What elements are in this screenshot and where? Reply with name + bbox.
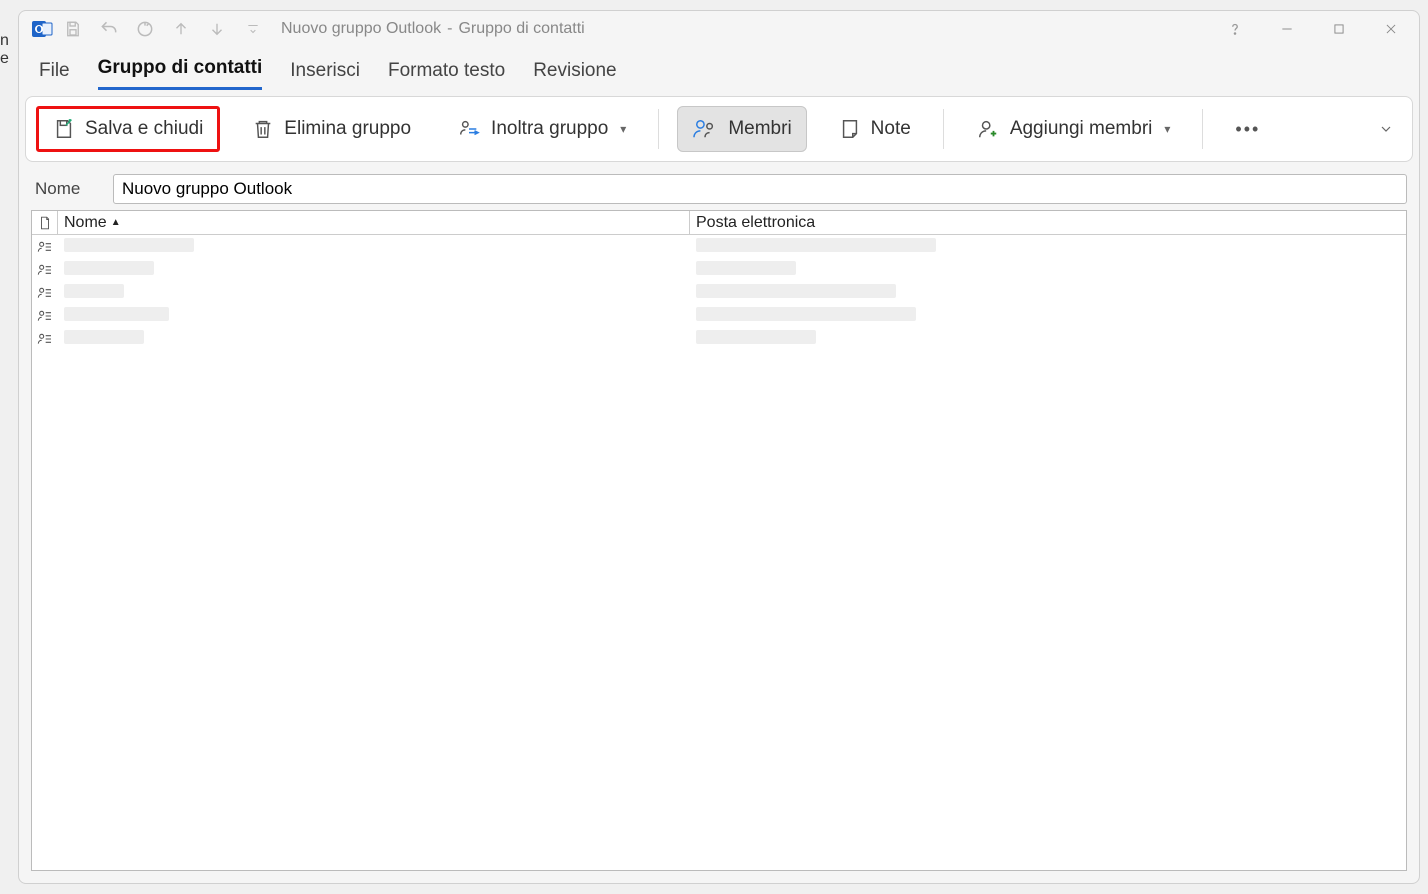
save-close-icon xyxy=(53,118,75,140)
forward-group-label: Inoltra gruppo xyxy=(491,118,608,140)
redacted-name xyxy=(64,284,124,298)
ribbon-separator xyxy=(943,109,944,149)
add-members-button[interactable]: Aggiungi membri ▾ xyxy=(962,106,1185,152)
redacted-email xyxy=(696,330,816,344)
chevron-down-icon: ▾ xyxy=(1164,122,1170,136)
arrow-up-icon[interactable] xyxy=(171,19,191,39)
notes-icon xyxy=(839,118,861,140)
ribbon: Salva e chiudi Elimina gruppo Inoltra gr… xyxy=(25,96,1413,162)
sort-asc-icon: ▲ xyxy=(111,217,121,228)
contact-icon xyxy=(32,332,58,346)
group-name-input[interactable] xyxy=(113,174,1407,204)
collapse-ribbon-icon[interactable] xyxy=(1370,113,1402,145)
table-row[interactable] xyxy=(32,281,1406,304)
contact-icon xyxy=(32,309,58,323)
trash-icon xyxy=(252,118,274,140)
save-and-close-label: Salva e chiudi xyxy=(85,118,203,140)
arrow-down-icon[interactable] xyxy=(207,19,227,39)
background-sliver: ne xyxy=(0,32,14,72)
members-icon xyxy=(692,118,718,140)
grid-header-icon-col[interactable] xyxy=(32,211,58,234)
table-row[interactable] xyxy=(32,258,1406,281)
redacted-name xyxy=(64,261,154,275)
redacted-email xyxy=(696,307,916,321)
titlebar-controls xyxy=(1221,15,1405,43)
redacted-name xyxy=(64,238,194,252)
app-window: Nuovo gruppo Outlook - Gruppo di contatt… xyxy=(18,10,1420,884)
title-separator: - xyxy=(447,20,452,38)
window-title: Nuovo gruppo Outlook - Gruppo di contatt… xyxy=(281,20,585,38)
grid-header-name[interactable]: Nome ▲ xyxy=(58,211,690,234)
table-row[interactable] xyxy=(32,327,1406,350)
add-members-label: Aggiungi membri xyxy=(1010,118,1153,140)
contact-icon xyxy=(32,240,58,254)
undo-icon[interactable] xyxy=(99,19,119,39)
grid-header: Nome ▲ Posta elettronica xyxy=(32,211,1406,235)
redo-icon[interactable] xyxy=(135,19,155,39)
title-subtitle: Gruppo di contatti xyxy=(458,20,584,38)
ellipsis-icon: ••• xyxy=(1235,119,1260,140)
content-area: Nome Nome ▲ Posta elettronica xyxy=(31,174,1407,871)
redacted-email xyxy=(696,238,936,252)
delete-group-label: Elimina gruppo xyxy=(284,118,411,140)
delete-group-button[interactable]: Elimina gruppo xyxy=(238,106,425,152)
maximize-icon[interactable] xyxy=(1325,15,1353,43)
tab-revisione[interactable]: Revisione xyxy=(533,60,616,90)
title-document: Nuovo gruppo Outlook xyxy=(281,20,441,38)
save-icon[interactable] xyxy=(63,19,83,39)
ribbon-separator xyxy=(1202,109,1203,149)
forward-group-button[interactable]: Inoltra gruppo ▾ xyxy=(443,106,640,152)
add-member-icon xyxy=(976,118,1000,140)
tab-gruppo-di-contatti[interactable]: Gruppo di contatti xyxy=(98,57,263,90)
grid-header-name-label: Nome xyxy=(64,214,107,232)
members-button[interactable]: Membri xyxy=(677,106,806,152)
table-row[interactable] xyxy=(32,304,1406,327)
redacted-name xyxy=(64,330,144,344)
contact-icon xyxy=(32,286,58,300)
more-commands-button[interactable]: ••• xyxy=(1221,106,1274,152)
redacted-email xyxy=(696,284,896,298)
group-name-label: Nome xyxy=(31,179,97,199)
grid-header-email[interactable]: Posta elettronica xyxy=(690,211,1406,234)
tab-file[interactable]: File xyxy=(39,60,70,90)
forward-group-icon xyxy=(457,118,481,140)
qat-customize-icon[interactable] xyxy=(243,19,263,39)
chevron-down-icon: ▾ xyxy=(620,122,626,136)
grid-body xyxy=(32,235,1406,870)
tab-inserisci[interactable]: Inserisci xyxy=(290,60,360,90)
save-and-close-button[interactable]: Salva e chiudi xyxy=(36,106,220,152)
contact-icon xyxy=(32,263,58,277)
help-icon[interactable] xyxy=(1221,15,1249,43)
notes-label: Note xyxy=(871,118,911,140)
titlebar: Nuovo gruppo Outlook - Gruppo di contatt… xyxy=(19,11,1419,47)
tab-formato-testo[interactable]: Formato testo xyxy=(388,60,505,90)
outlook-icon xyxy=(29,16,55,42)
minimize-icon[interactable] xyxy=(1273,15,1301,43)
grid-header-email-label: Posta elettronica xyxy=(696,214,815,232)
notes-button[interactable]: Note xyxy=(825,106,925,152)
members-grid: Nome ▲ Posta elettronica xyxy=(31,210,1407,871)
quick-access-toolbar xyxy=(63,19,263,39)
close-icon[interactable] xyxy=(1377,15,1405,43)
redacted-name xyxy=(64,307,169,321)
redacted-email xyxy=(696,261,796,275)
members-label: Membri xyxy=(728,118,791,140)
group-name-row: Nome xyxy=(31,174,1407,204)
ribbon-separator xyxy=(658,109,659,149)
table-row[interactable] xyxy=(32,235,1406,258)
ribbon-tabs: File Gruppo di contatti Inserisci Format… xyxy=(19,47,1419,90)
